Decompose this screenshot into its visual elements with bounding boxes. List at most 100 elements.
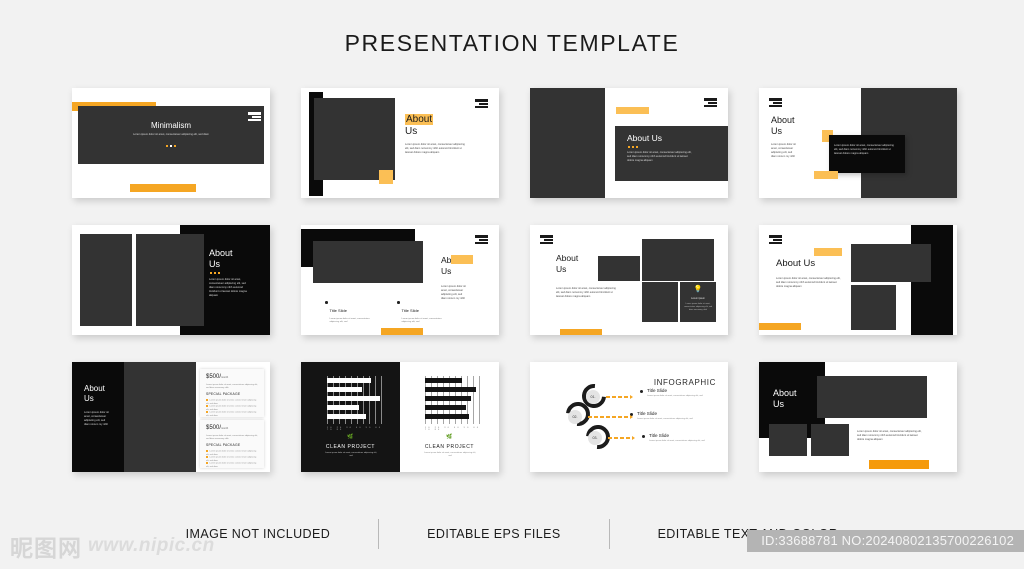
price-feature-3: Lorem ipsum dolor sit amet, consec tetue… bbox=[206, 462, 257, 468]
accent-square bbox=[379, 170, 393, 184]
step-number-1: 01. bbox=[586, 390, 600, 404]
slide-title: Minimalism bbox=[151, 121, 191, 130]
pricing-card-2[interactable]: $500/month Lorem ipsum dolor sit amet, c… bbox=[200, 420, 264, 468]
slide-thumbnail-6[interactable]: About Us Lorem ipsum dolor sit amet, con… bbox=[301, 225, 499, 335]
poster-canvas: PRESENTATION TEMPLATE Minimalism Lorem i… bbox=[0, 0, 1024, 569]
bar-2 bbox=[327, 387, 362, 392]
arrow-connector-1 bbox=[606, 394, 633, 399]
panel-mid-dark bbox=[124, 362, 196, 472]
accent-bar-bottom bbox=[130, 184, 196, 192]
step-title-2: Title Slide bbox=[637, 411, 657, 416]
slide-title: About Us bbox=[776, 258, 816, 269]
step-bullet-1 bbox=[640, 390, 643, 393]
arrow-connector-2 bbox=[588, 414, 633, 419]
image-id-bar: ID:33688781 NO:20240802135700226102 bbox=[747, 530, 1024, 552]
price-value: $500/ bbox=[206, 425, 222, 431]
slide-thumbnail-7[interactable]: About Us Lorem ipsum dolor sit amet, con… bbox=[530, 225, 728, 335]
brand-logo-icon bbox=[475, 99, 488, 108]
slide-thumbnail-5[interactable]: About Us Lorem ipsum dolor sit amet, con… bbox=[72, 225, 270, 335]
accent-bar-bottom bbox=[759, 323, 801, 330]
pricing-card-1[interactable]: $500/month Lorem ipsum dolor sit amet, c… bbox=[200, 369, 264, 417]
watermark: 昵图网 www.nipic.cn bbox=[10, 529, 215, 563]
bullet-item-1: Title Slide Lorem ipsum dolor sit amet, … bbox=[325, 299, 373, 324]
slide-thumbnail-11[interactable]: INFOGRAPHIC 01. 02. 03. Title Slide Lore… bbox=[530, 362, 728, 472]
slide-body-left: Lorem ipsum dolor sit amet, consectetuer… bbox=[771, 143, 796, 158]
slide-thumbnail-8[interactable]: About Us Lorem ipsum dolor sit amet, con… bbox=[759, 225, 957, 335]
title-highlight bbox=[451, 255, 473, 264]
brand-logo-icon bbox=[769, 235, 782, 244]
image-placeholder-3 bbox=[642, 282, 678, 322]
price-heading: SPECIAL PACKAGE bbox=[206, 392, 241, 396]
image-placeholder-front bbox=[313, 241, 423, 283]
accent-bar-bottom bbox=[814, 171, 838, 179]
chart-axis-labels-dark: 10 20 30 40 50 60 70 80 bbox=[327, 427, 383, 431]
price-heading: SPECIAL PACKAGE bbox=[206, 443, 241, 447]
brand-logo-icon bbox=[769, 98, 782, 107]
watermark-logo: 昵图网 bbox=[10, 536, 82, 562]
feature-card-body: Lorem ipsum dolor sit amet, consectetuer… bbox=[683, 303, 713, 311]
accent-bar-bottom bbox=[560, 329, 602, 335]
slide-body: Lorem ipsum dolor sit amet, consectetuer… bbox=[405, 143, 465, 154]
accent-dots bbox=[210, 272, 220, 274]
slide-thumbnail-2[interactable]: About Us Lorem ipsum dolor sit amet, con… bbox=[301, 88, 499, 198]
slide-title-line2: Us bbox=[209, 259, 220, 269]
bullet-title: Title Slide bbox=[329, 308, 347, 313]
accent-bar-bottom bbox=[869, 460, 929, 469]
chart-title-light: CLEAN PROJECT bbox=[424, 444, 475, 450]
image-placeholder-1 bbox=[80, 234, 132, 326]
bar-3 bbox=[327, 396, 380, 401]
title-highlight: About bbox=[405, 114, 434, 125]
bar-chart-light bbox=[425, 376, 481, 424]
slide-body: Lorem ipsum dolor sit amet, consectetuer… bbox=[776, 277, 841, 288]
brand-logo-icon bbox=[248, 112, 261, 121]
price-value: $500/ bbox=[206, 374, 222, 380]
chart-body-light: Lorem ipsum dolor sit amet, consectetuer… bbox=[424, 452, 476, 458]
step-number-2: 02. bbox=[568, 410, 582, 424]
slide-thumbnail-1[interactable]: Minimalism Lorem ipsum dolor sit amet, c… bbox=[72, 88, 270, 198]
brand-logo-icon bbox=[475, 235, 488, 244]
feature-card-caption: Lorem ipsum bbox=[691, 297, 705, 300]
price-period: month bbox=[221, 376, 229, 379]
image-placeholder-main bbox=[817, 376, 927, 418]
bar-4 bbox=[425, 405, 466, 410]
price-amount: $500/month bbox=[206, 374, 228, 380]
infographic-title: INFOGRAPHIC bbox=[653, 378, 716, 387]
accent-bar-bottom bbox=[381, 328, 423, 335]
slide-thumbnail-10[interactable]: 10 20 30 40 50 60 70 80 🌿 CLEAN PROJECT … bbox=[301, 362, 499, 472]
slide-thumbnail-4[interactable]: About Us Lorem ipsum dolor sit amet, con… bbox=[759, 88, 957, 198]
page-title: PRESENTATION TEMPLATE bbox=[344, 30, 680, 56]
slide-title-line1: About bbox=[773, 388, 797, 398]
chart-axis-labels-light: 10 20 30 40 50 60 70 80 bbox=[425, 427, 481, 431]
slide-thumbnail-3[interactable]: About Us Lorem ipsum dolor sit amet, con… bbox=[530, 88, 728, 198]
image-placeholder-2 bbox=[136, 234, 204, 326]
bar-5 bbox=[425, 414, 469, 419]
bar-3 bbox=[425, 396, 471, 401]
step-bullet-3 bbox=[642, 435, 645, 438]
bar-1 bbox=[425, 378, 462, 383]
image-placeholder-left bbox=[530, 88, 605, 198]
image-placeholder-2 bbox=[642, 239, 714, 281]
chart-body-dark: Lorem ipsum dolor sit amet, consectetuer… bbox=[325, 452, 377, 458]
image-placeholder-2 bbox=[811, 424, 849, 456]
arrow-connector-3 bbox=[608, 435, 635, 440]
slide-title-line2: Us bbox=[773, 399, 784, 409]
lightbulb-icon: 💡 bbox=[693, 286, 703, 293]
step-body-3: Lorem ipsum dolor sit amet, consectetuer… bbox=[649, 440, 705, 442]
leaf-icon: 🌿 bbox=[347, 434, 354, 440]
brand-logo-icon bbox=[704, 98, 717, 107]
slide-thumbnail-12[interactable]: About Us Lorem ipsum dolor sit amet, con… bbox=[759, 362, 957, 472]
bullet-dot-icon bbox=[325, 301, 328, 304]
watermark-url: www.nipic.cn bbox=[88, 535, 215, 556]
step-number-3: 03. bbox=[588, 431, 602, 445]
pagination-dots[interactable] bbox=[166, 145, 176, 147]
slide-title-line2: Us bbox=[556, 264, 567, 274]
footer-item-editable-eps: EDITABLE EPS FILES bbox=[427, 527, 561, 541]
slide-title-line1: About bbox=[209, 248, 233, 258]
slide-title-line2: Us bbox=[771, 126, 782, 136]
slide-body: Lorem ipsum dolor sit amet, consectetuer… bbox=[857, 430, 922, 441]
slide-thumbnail-9[interactable]: About Us Lorem ipsum dolor sit amet, con… bbox=[72, 362, 270, 472]
bullet-body: Lorem ipsum dolor sit amet, consectetuer… bbox=[401, 318, 442, 324]
slide-body: Lorem ipsum dolor sit amet, consectetuer… bbox=[133, 133, 209, 136]
image-placeholder bbox=[314, 98, 395, 180]
chart-title-dark: CLEAN PROJECT bbox=[325, 444, 376, 450]
